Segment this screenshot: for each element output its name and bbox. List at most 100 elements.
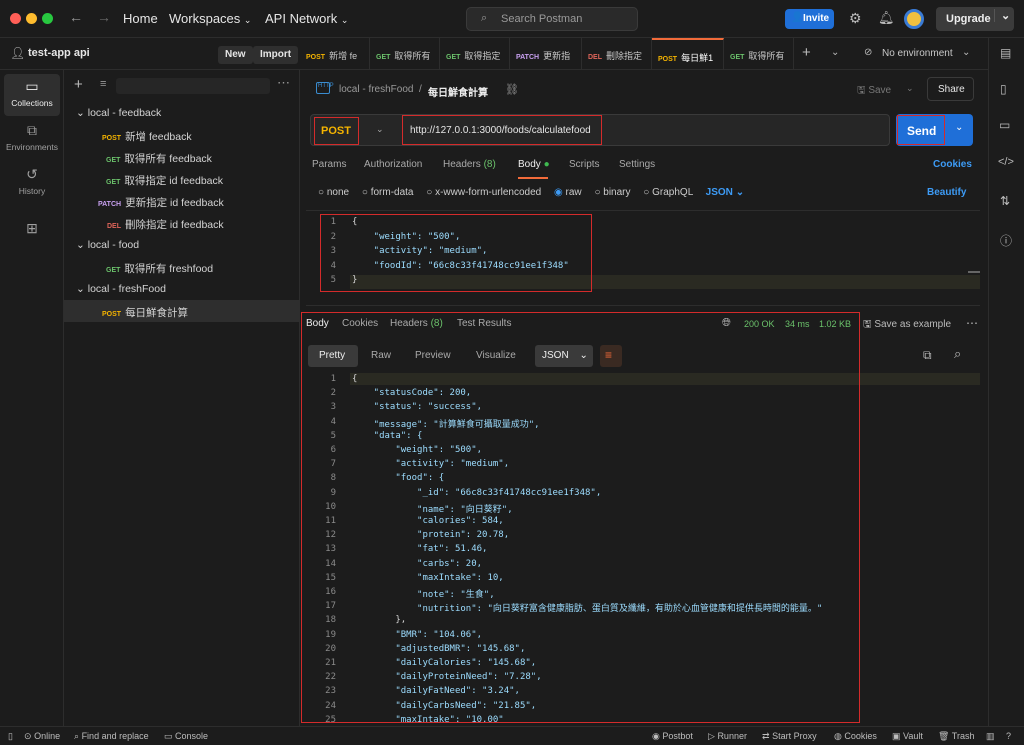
back-arrow-icon[interactable]: ← — [69, 9, 83, 25]
radio-urlencoded[interactable]: ○ x-www-form-urlencoded — [426, 187, 541, 198]
gear-icon[interactable]: ⚙ — [849, 10, 862, 27]
workspaces-menu[interactable]: Workspaces ⌄ — [169, 11, 251, 26]
start-proxy-button[interactable]: ⇄ Start Proxy — [762, 731, 817, 742]
tab-body[interactable]: Body ● — [518, 159, 550, 170]
folder-local-food[interactable]: ⌄ local - food — [64, 234, 300, 256]
workspace-name[interactable]: test-app api — [28, 47, 90, 59]
request-title[interactable]: 每日鮮食計算 — [428, 84, 488, 99]
radio-binary[interactable]: ○ binary — [594, 187, 630, 198]
new-tab-icon[interactable]: + — [802, 44, 811, 61]
sidebar-toggle-icon[interactable]: ▯ — [8, 731, 13, 742]
documentation-icon[interactable]: ▯ — [1000, 82, 1007, 96]
close-window-button[interactable] — [10, 13, 21, 24]
radio-form-data[interactable]: ○ form-data — [362, 187, 414, 198]
collection-tree: + ≡ ⋯ ⌄ local - feedback POST 新增 feedback… — [64, 70, 300, 726]
tab[interactable]: GET 取得所有 — [724, 38, 794, 70]
bell-icon[interactable]: 🔔︎ — [878, 10, 895, 26]
sidebar-item-collections[interactable]: ▭ Collections — [4, 74, 60, 116]
more-options-icon[interactable]: ⋯ — [966, 316, 978, 330]
chevron-down-icon[interactable]: ⌄ — [962, 47, 970, 58]
chevron-down-icon[interactable]: ⌄ — [994, 9, 1010, 22]
invite-button[interactable]: 👤 Invite — [785, 9, 834, 29]
console-button[interactable]: ▭ Console — [164, 731, 208, 742]
radio-graphql[interactable]: ○ GraphQL — [643, 187, 693, 198]
layout-icon[interactable]: ▥ — [986, 731, 995, 742]
search-icon[interactable]: ⌕ — [954, 346, 961, 362]
runner-button[interactable]: ▷ Runner — [708, 731, 747, 742]
cookies-link[interactable]: Cookies — [933, 159, 972, 170]
tab-authorization[interactable]: Authorization — [364, 159, 422, 170]
chevron-down-icon[interactable]: ⌄ — [376, 124, 384, 135]
postbot-button[interactable]: ◉ Postbot — [652, 731, 693, 742]
comments-icon[interactable]: ▭ — [999, 118, 1010, 132]
cookies-button[interactable]: ◍ Cookies — [834, 731, 877, 742]
sidebar-item-environments[interactable]: ⧉ Environments — [4, 118, 60, 160]
search-input[interactable]: ⌕ Search Postman — [466, 7, 638, 31]
request-item[interactable]: GET 取得所有 freshfood — [64, 256, 300, 278]
radio-raw[interactable]: ◉ raw — [554, 187, 582, 198]
tab-settings[interactable]: Settings — [619, 159, 655, 170]
minimize-window-button[interactable] — [26, 13, 37, 24]
request-item[interactable]: POST 新增 feedback — [64, 124, 300, 146]
folder-local-feedback[interactable]: ⌄ local - feedback — [64, 102, 300, 124]
more-options-icon[interactable]: ⋯ — [277, 75, 290, 91]
filter-icon[interactable]: ≡ — [100, 78, 106, 90]
active-dot-icon: ● — [543, 159, 550, 170]
share-button[interactable]: Share — [927, 77, 974, 101]
online-status[interactable]: ⊙ Online — [24, 731, 60, 742]
save-button[interactable]: 🖫︎ Save — [857, 83, 891, 100]
method-select[interactable]: POST — [314, 117, 359, 145]
maximize-window-button[interactable] — [42, 13, 53, 24]
chevron-down-icon[interactable]: ⌄ — [955, 122, 963, 133]
request-item[interactable]: PATCH 更新指定 id feedback — [64, 190, 300, 212]
variables-icon[interactable]: ▤ — [1000, 46, 1011, 60]
tab[interactable]: DEL 刪除指定 — [582, 38, 652, 70]
vault-button[interactable]: ▣ Vault — [892, 731, 923, 742]
new-button[interactable]: New — [218, 46, 253, 64]
folder-local-freshfood[interactable]: ⌄ local - freshFood — [64, 278, 300, 300]
add-collection-icon[interactable]: + — [74, 76, 83, 93]
filter-input[interactable] — [116, 78, 270, 94]
request-item[interactable]: GET 取得所有 feedback — [64, 146, 300, 168]
sidebar-item-history[interactable]: ↺ History — [4, 162, 60, 204]
breadcrumb-parent[interactable]: local - freshFood — [339, 84, 413, 95]
tab[interactable]: GET 取得指定 — [440, 38, 510, 70]
tab[interactable]: POST 新增 fe — [300, 38, 370, 70]
tab[interactable]: PATCH 更新指 — [510, 38, 582, 70]
request-item[interactable]: DEL 刪除指定 id feedback — [64, 212, 300, 234]
help-icon[interactable]: ? — [1006, 731, 1011, 741]
send-button[interactable]: Send — [897, 115, 945, 145]
info-icon[interactable]: ⓘ — [1000, 232, 1012, 249]
sidebar-item-configure[interactable]: ⊞ — [4, 216, 60, 258]
chevron-down-icon[interactable]: ⌄ — [906, 83, 914, 94]
tab[interactable]: GET 取得所有 — [370, 38, 440, 70]
avatar[interactable] — [904, 9, 924, 29]
environment-selector[interactable]: No environment — [882, 48, 953, 59]
save-example-button[interactable]: 🖫︎ Save as example — [863, 317, 951, 334]
beautify-link[interactable]: Beautify — [927, 187, 966, 198]
api-network-menu[interactable]: API Network ⌄ — [265, 11, 348, 26]
request-item-selected[interactable]: POST 每日鮮食計算 — [64, 300, 300, 322]
link-icon[interactable]: ⛓ — [505, 83, 519, 96]
trash-button[interactable]: 🗑︎ Trash — [938, 731, 974, 742]
body-format-select[interactable]: JSON ⌄ — [706, 187, 744, 198]
forward-arrow-icon[interactable]: → — [97, 9, 111, 25]
tab-headers[interactable]: Headers (8) — [443, 159, 496, 170]
url-input[interactable]: http://127.0.0.1:3000/foods/calculatefoo… — [402, 115, 602, 145]
tab-active[interactable]: POST 每日鮮1 — [652, 38, 724, 70]
home-link[interactable]: Home — [123, 11, 158, 26]
scrollbar[interactable] — [968, 271, 980, 273]
save-icon: 🖫︎ — [857, 85, 866, 96]
import-button[interactable]: Import — [253, 46, 299, 64]
upgrade-button[interactable]: Upgrade ⌄ — [936, 7, 1014, 31]
chevron-down-icon: ⌄ — [76, 107, 85, 119]
code-icon[interactable]: </> — [998, 156, 1014, 168]
chevron-down-icon[interactable]: ⌄ — [831, 47, 839, 58]
copy-icon[interactable]: ⧉ — [923, 348, 932, 363]
request-item[interactable]: GET 取得指定 id feedback — [64, 168, 300, 190]
find-replace-button[interactable]: ⌕ Find and replace — [74, 731, 149, 742]
sync-icon[interactable]: ⇅ — [1000, 194, 1010, 208]
tab-scripts[interactable]: Scripts — [569, 159, 600, 170]
radio-none[interactable]: ○ none — [318, 187, 349, 198]
tab-params[interactable]: Params — [312, 159, 346, 170]
